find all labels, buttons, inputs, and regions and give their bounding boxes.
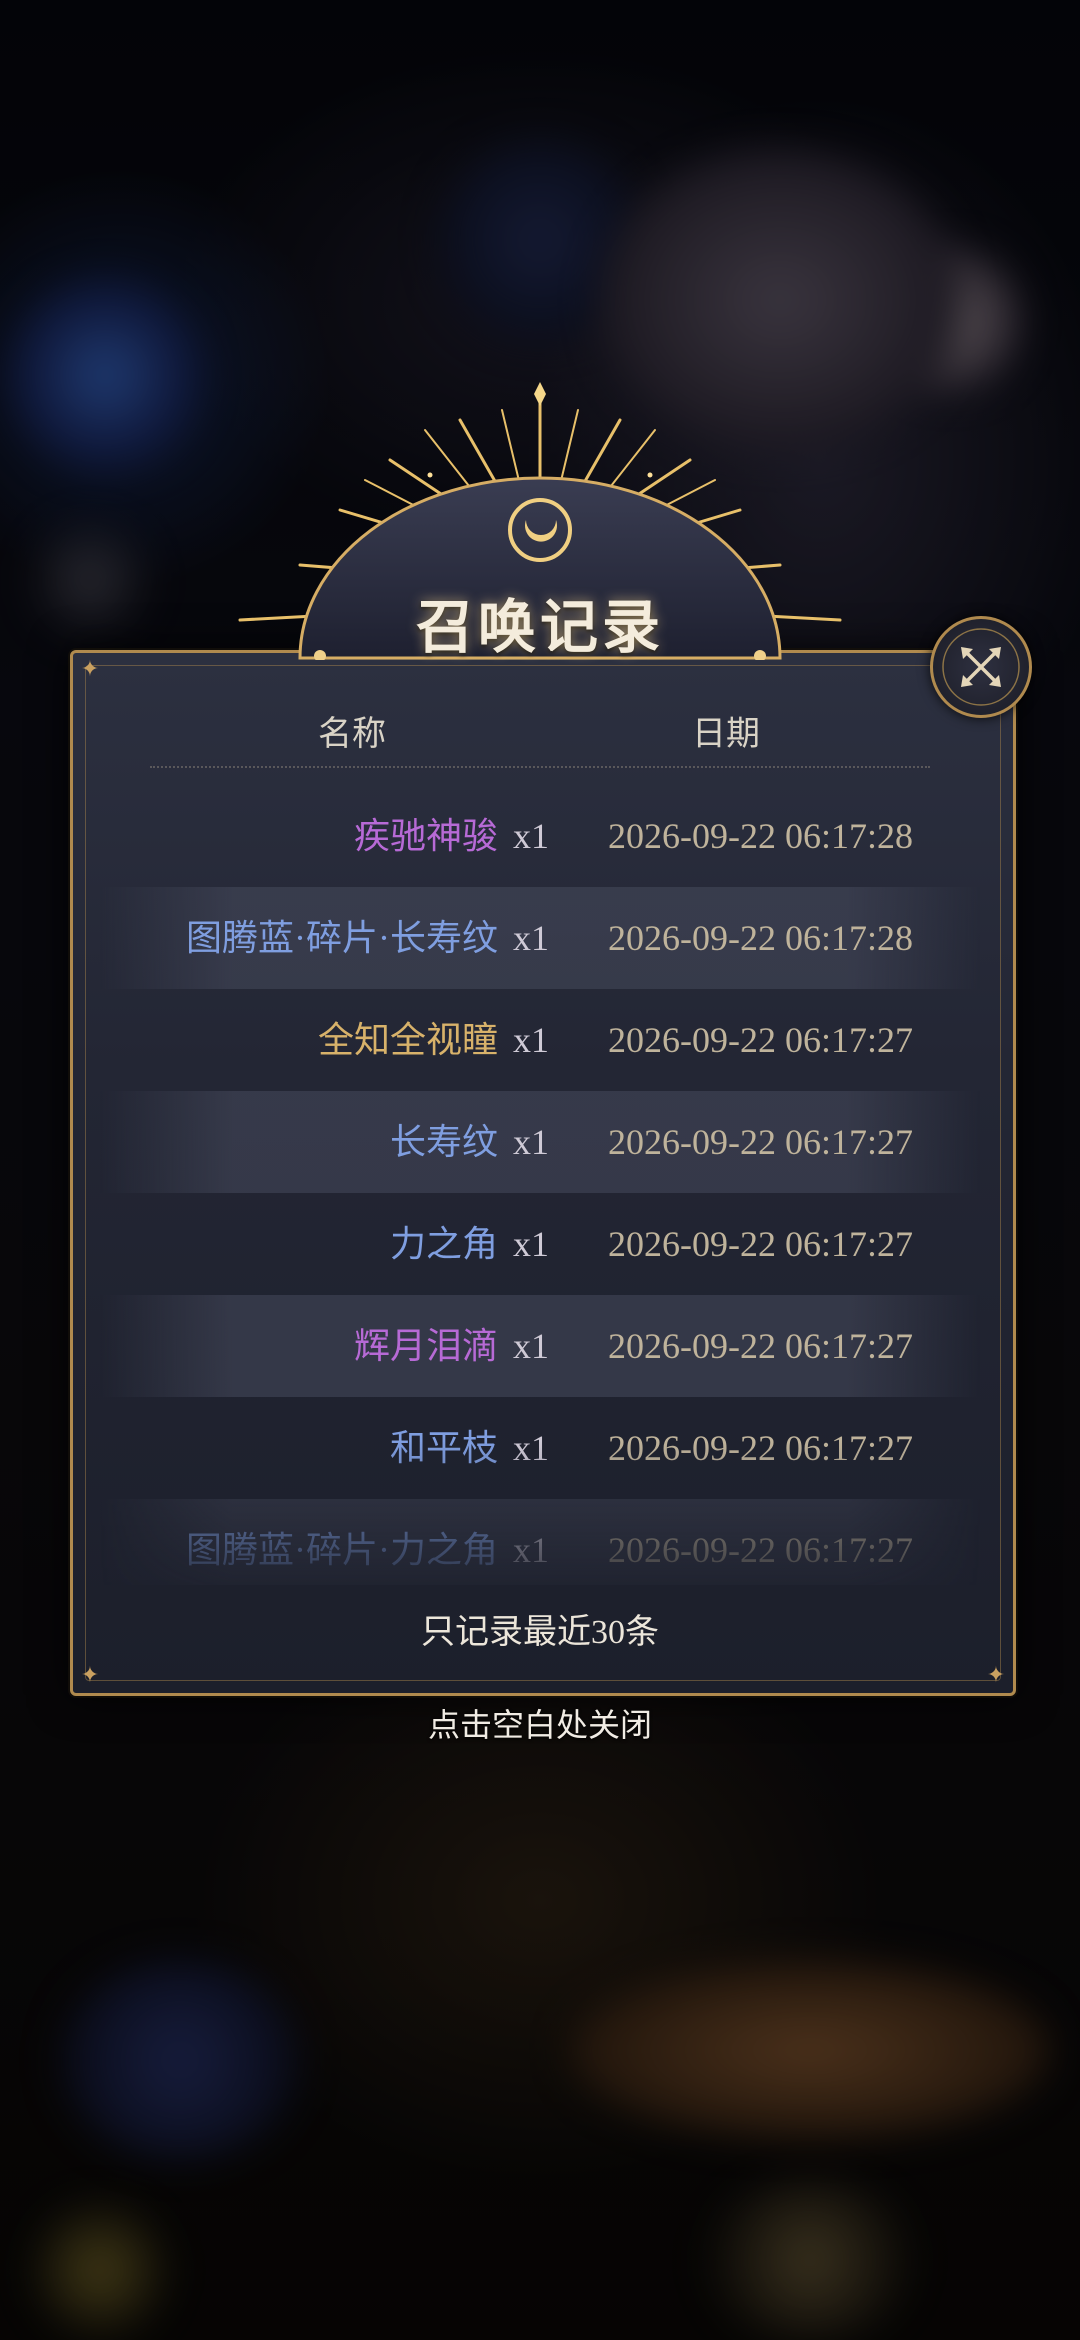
game-screen[interactable]: ✦ ✦ ✦ ✦ [0,0,1080,2340]
list-item: 和平枝 x1 2026-09-22 06:17:27 [100,1397,980,1499]
item-quantity: x1 [513,816,549,856]
list-item: 疾驰神骏 x1 2026-09-22 06:17:28 [100,785,980,887]
title-crest: 召唤记录 [230,380,850,850]
item-timestamp: 2026-09-22 06:17:27 [608,1428,913,1468]
close-button[interactable] [930,616,1032,718]
item-name: 图腾蓝·碎片·长寿纹 [186,918,498,958]
list-item: 长寿纹 x1 2026-09-22 06:17:27 [100,1091,980,1193]
item-quantity: x1 [513,1428,549,1468]
item-quantity: x1 [513,1326,549,1366]
item-name: 力之角 [389,1224,498,1264]
item-name: 图腾蓝·碎片·力之角 [186,1530,498,1570]
item-quantity: x1 [513,1224,549,1264]
item-timestamp: 2026-09-22 06:17:27 [608,1020,913,1060]
item-quantity: x1 [513,1122,549,1162]
tap-to-close-hint: 点击空白处关闭 [427,1707,652,1743]
item-name: 和平枝 [389,1428,498,1468]
item-name: 全知全视瞳 [317,1020,498,1060]
dialog-title: 召唤记录 [415,593,664,661]
corner-ornament-icon: ✦ [986,1663,1006,1688]
list-item: 图腾蓝·碎片·力之角 x1 2026-09-22 06:17:27 [100,1499,980,1585]
item-timestamp: 2026-09-22 06:17:27 [608,1326,913,1366]
header-divider [150,766,930,768]
item-quantity: x1 [513,1020,549,1060]
list-item: 图腾蓝·碎片·长寿纹 x1 2026-09-22 06:17:28 [100,887,980,989]
item-timestamp: 2026-09-22 06:17:28 [608,918,913,958]
item-timestamp: 2026-09-22 06:17:27 [608,1224,913,1264]
item-quantity: x1 [513,918,549,958]
list-item: 力之角 x1 2026-09-22 06:17:27 [100,1193,980,1295]
column-header-name: 名称 [318,716,386,753]
close-icon [942,628,1020,706]
list-item: 全知全视瞳 x1 2026-09-22 06:17:27 [100,989,980,1091]
item-name: 辉月泪滴 [353,1326,498,1366]
item-name: 长寿纹 [389,1122,498,1162]
corner-ornament-icon: ✦ [80,1663,100,1688]
record-limit-note: 只记录最近30条 [421,1614,659,1651]
item-timestamp: 2026-09-22 06:17:27 [608,1530,913,1570]
item-timestamp: 2026-09-22 06:17:28 [608,816,913,856]
summon-record-list[interactable]: 疾驰神骏 x1 2026-09-22 06:17:28 图腾蓝·碎片·长寿纹 x1 202… [100,785,980,1585]
corner-ornament-icon: ✦ [80,657,100,682]
list-item: 辉月泪滴 x1 2026-09-22 06:17:27 [100,1295,980,1397]
item-quantity: x1 [513,1530,549,1570]
column-header-date: 日期 [692,716,760,753]
item-name: 疾驰神骏 [353,816,498,856]
item-timestamp: 2026-09-22 06:17:27 [608,1122,913,1162]
